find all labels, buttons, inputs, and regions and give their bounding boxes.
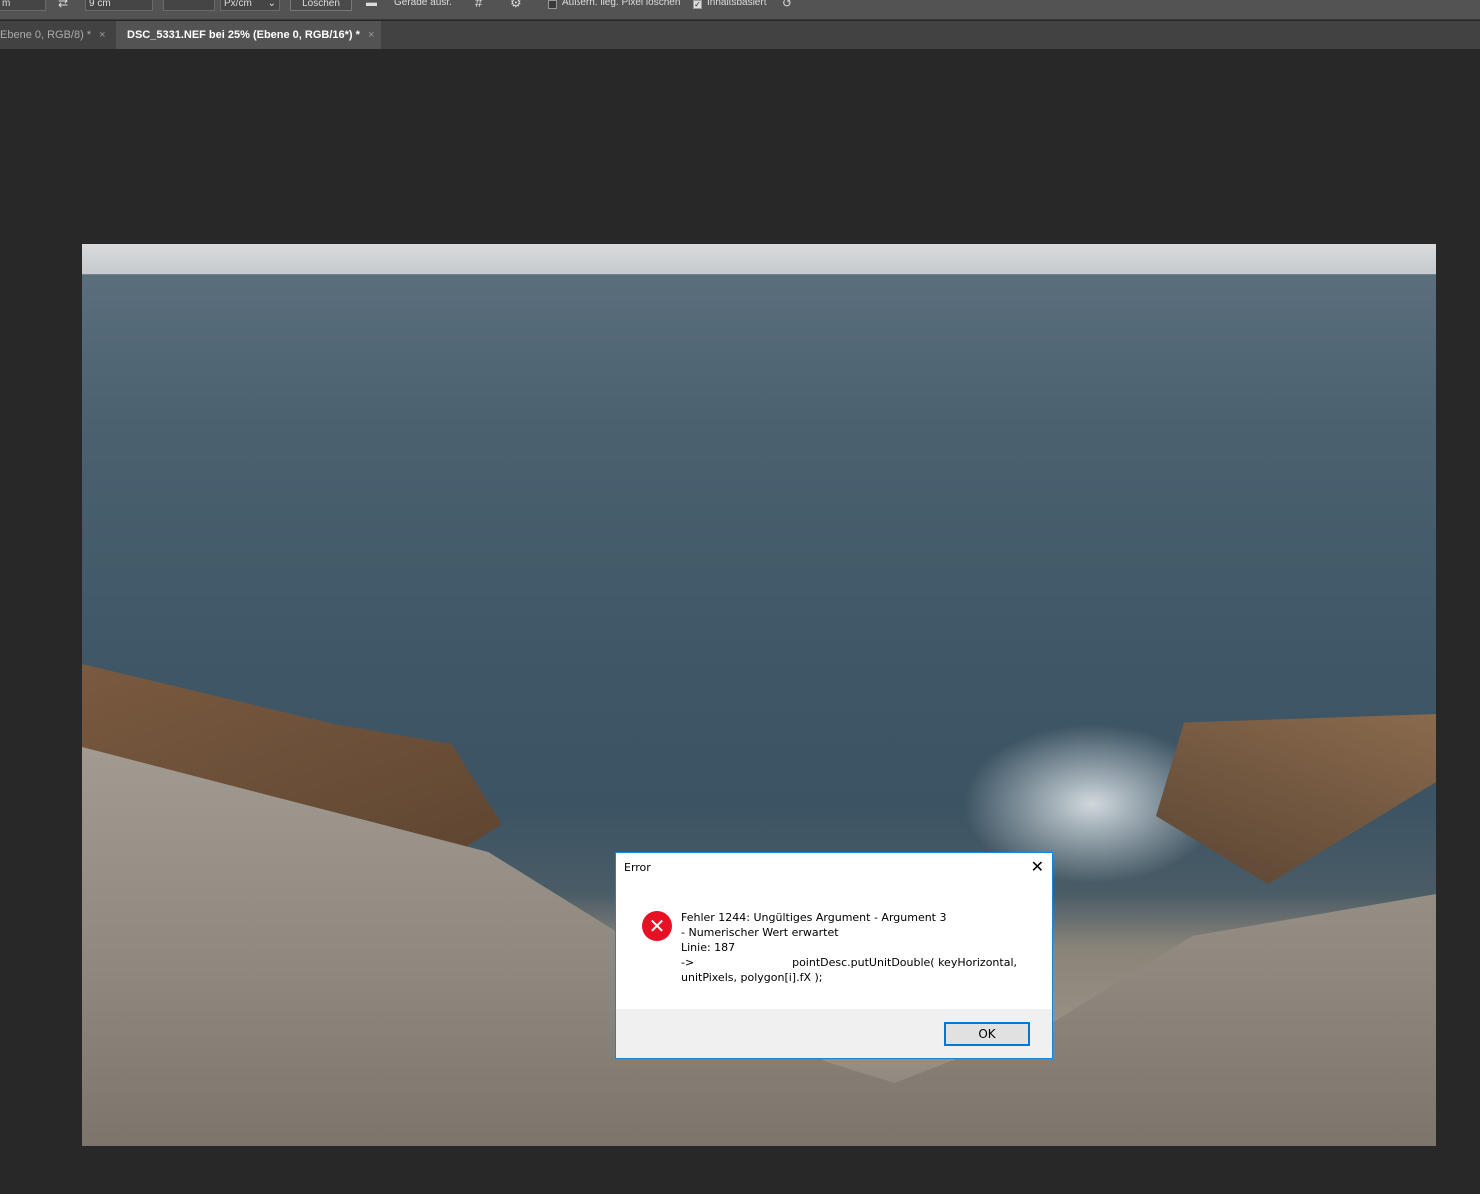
swap-arrows-icon[interactable]: ⇄ — [58, 0, 68, 11]
tab-document-1[interactable]: Ebene 0, RGB/8) * × — [0, 21, 114, 49]
close-icon[interactable]: × — [99, 29, 105, 41]
straighten-icon[interactable]: ▬ — [366, 0, 377, 11]
resolution-unit-value: Px/cm — [224, 0, 252, 9]
document-tabs: Ebene 0, RGB/8) * × DSC_5331.NEF bei 25% … — [0, 21, 1480, 49]
resolution-unit-select[interactable]: Px/cm ⌄ — [220, 0, 280, 11]
width-field[interactable]: m — [0, 0, 46, 11]
message-line: - Numerischer Wert erwartet — [681, 926, 839, 939]
content-aware-checkbox[interactable]: ✓ — [693, 0, 702, 9]
dialog-title: Error — [624, 861, 651, 874]
error-icon: ✕ — [642, 911, 672, 941]
close-icon[interactable]: ✕ — [1031, 857, 1044, 876]
error-dialog: Error ✕ ✕ Fehler 1244: Ungültiges Argume… — [615, 852, 1053, 1059]
close-icon[interactable]: × — [368, 29, 374, 41]
message-line: -> pointDesc.putUnitDouble( keyHorizonta… — [681, 956, 1017, 969]
grid-overlay-icon[interactable]: # — [475, 0, 482, 11]
clear-button[interactable]: Löschen — [290, 0, 352, 11]
gear-icon[interactable]: ⚙ — [510, 0, 522, 11]
message-line: unitPixels, polygon[i].fX ); — [681, 971, 823, 984]
message-line: Linie: 187 — [681, 941, 736, 954]
tab-label: DSC_5331.NEF bei 25% (Ebene 0, RGB/16*) … — [127, 29, 360, 41]
resolution-field[interactable] — [163, 0, 215, 11]
height-field[interactable]: 9 cm — [85, 0, 153, 11]
error-message: Fehler 1244: Ungültiges Argument - Argum… — [681, 910, 1031, 985]
chevron-down-icon: ⌄ — [267, 0, 276, 9]
delete-cropped-checkbox[interactable] — [548, 0, 557, 9]
straighten-label[interactable]: Gerade ausr. — [394, 0, 452, 11]
options-bar: m ⇄ 9 cm Px/cm ⌄ Löschen ▬ Gerade ausr. #… — [0, 0, 1480, 20]
delete-cropped-label: Außerh. lieg. Pixel löschen — [562, 0, 681, 8]
message-line: Fehler 1244: Ungültiges Argument - Argum… — [681, 911, 947, 924]
tab-label: Ebene 0, RGB/8) * — [0, 29, 92, 41]
ok-button[interactable]: OK — [944, 1022, 1030, 1046]
reset-icon[interactable]: ↺ — [782, 0, 792, 11]
content-aware-label: Inhaltsbasiert — [707, 0, 767, 8]
dialog-footer: OK — [616, 1009, 1052, 1058]
tab-document-2[interactable]: DSC_5331.NEF bei 25% (Ebene 0, RGB/16*) … — [116, 21, 381, 49]
